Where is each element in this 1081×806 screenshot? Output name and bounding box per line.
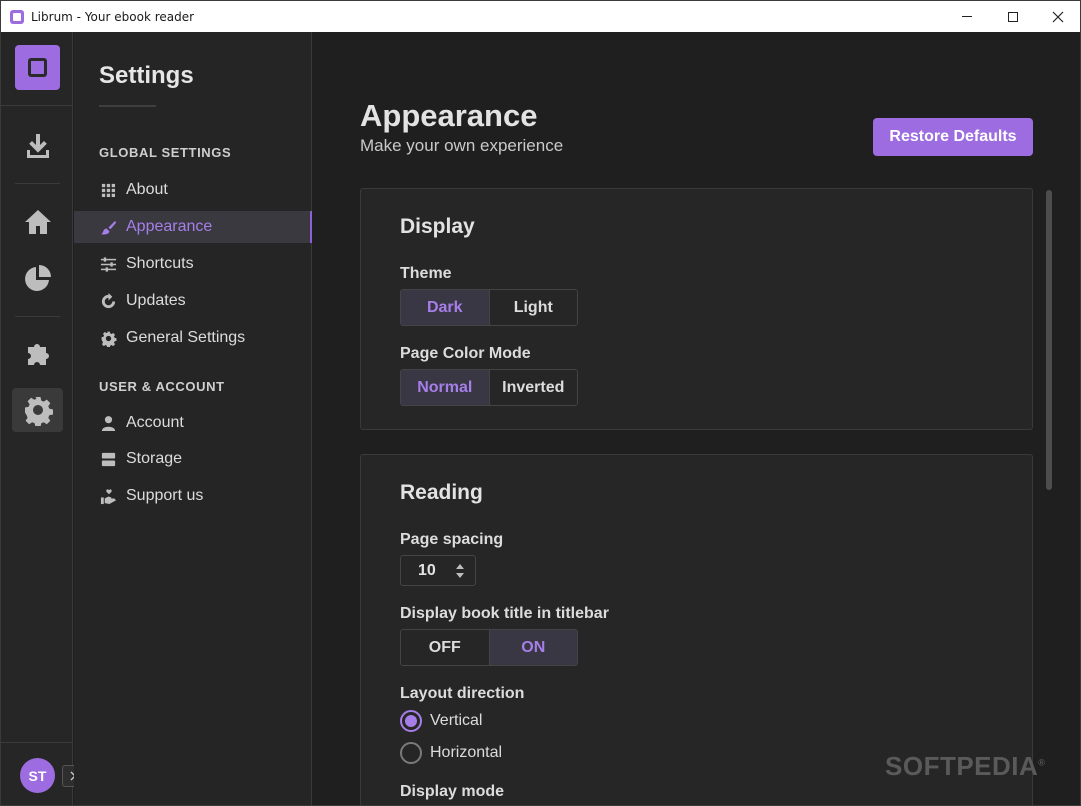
layout-option-vertical[interactable]: Vertical (400, 710, 482, 732)
display-mode-label: Display mode (400, 783, 505, 800)
minimize-button[interactable] (944, 1, 990, 32)
title-underline (99, 105, 156, 107)
rail-settings-button[interactable] (12, 388, 63, 432)
color-mode-option-normal[interactable]: Normal (401, 370, 489, 405)
rail-statistics-button[interactable] (12, 256, 63, 300)
sidebar-item-general-settings[interactable]: General Settings (74, 322, 312, 354)
content-scrollbar[interactable] (1046, 190, 1052, 490)
theme-option-light[interactable]: Light (488, 290, 577, 325)
settings-content: Appearance Make your own experience Rest… (313, 32, 1080, 805)
rail-divider (15, 183, 60, 184)
sidebar-item-storage[interactable]: Storage (74, 443, 312, 475)
close-icon (1052, 11, 1064, 22)
window-title: Librum - Your ebook reader (31, 9, 195, 24)
sidebar-item-label: Storage (126, 450, 183, 467)
plugins-icon (27, 344, 49, 365)
sidebar-item-label: About (126, 181, 168, 198)
sliders-icon (100, 256, 116, 272)
brush-icon (100, 220, 116, 234)
titlebar-option-on[interactable]: ON (488, 630, 577, 665)
person-icon (101, 415, 115, 431)
titlebar-title-toggle: OFF ON (400, 629, 578, 666)
page-spacing-spinbox[interactable]: 10 (400, 555, 476, 586)
page-color-mode-selector: Normal Inverted (400, 369, 578, 406)
page-spacing-value: 10 (418, 561, 436, 579)
restore-defaults-button[interactable]: Restore Defaults (873, 118, 1033, 156)
spin-arrows-icon[interactable] (455, 562, 465, 580)
display-card: Display Theme Dark Light Page Color Mode… (360, 188, 1033, 430)
radio-checked-icon[interactable] (400, 710, 422, 732)
user-avatar[interactable]: ST (20, 758, 55, 793)
download-icon (26, 134, 49, 158)
softpedia-watermark: SOFTPEDIA® (885, 751, 1046, 781)
minimize-icon (962, 16, 972, 17)
sidebar-item-label: Account (126, 414, 184, 431)
page-title: Appearance (360, 98, 538, 133)
storage-icon (101, 452, 115, 466)
sidebar-item-about[interactable]: About (74, 174, 312, 206)
sidebar-title: Settings (99, 62, 194, 89)
sidebar-item-shortcuts[interactable]: Shortcuts (74, 248, 312, 280)
rail-download-button[interactable] (12, 124, 63, 168)
theme-label: Theme (400, 265, 452, 282)
home-icon (24, 210, 51, 234)
settings-sidebar: Settings GLOBAL SETTINGS About Appearanc… (74, 32, 312, 805)
group-header-global: GLOBAL SETTINGS (99, 145, 232, 160)
color-mode-option-inverted[interactable]: Inverted (488, 370, 577, 405)
sidebar-item-label: General Settings (126, 329, 246, 346)
sidebar-item-label: Support us (126, 487, 204, 504)
display-card-title: Display (400, 215, 475, 238)
navigation-rail: ST (1, 32, 84, 805)
maximize-button[interactable] (990, 1, 1036, 32)
app-window: Librum - Your ebook reader ST Settings G… (0, 0, 1081, 806)
layout-direction-label: Layout direction (400, 685, 525, 702)
statistics-icon (24, 265, 51, 291)
settings-icon (24, 397, 53, 426)
titlebar-title-label: Display book title in titlebar (400, 605, 609, 622)
titlebar-option-off[interactable]: OFF (401, 630, 489, 665)
librum-logo[interactable] (15, 45, 60, 90)
radio-unchecked-icon[interactable] (400, 742, 422, 764)
rail-plugins-button[interactable] (12, 330, 63, 374)
radio-label: Horizontal (430, 744, 503, 761)
group-header-user: USER & ACCOUNT (99, 379, 225, 394)
hand-heart-icon (100, 488, 116, 504)
title-bar: Librum - Your ebook reader (1, 1, 1080, 32)
refresh-icon (101, 292, 115, 308)
rail-home-button[interactable] (12, 200, 63, 244)
layout-option-horizontal[interactable]: Horizontal (400, 742, 502, 764)
app-icon (10, 9, 24, 24)
sidebar-item-account[interactable]: Account (74, 407, 312, 439)
gear-icon (101, 331, 116, 347)
rail-divider (1, 105, 72, 106)
page-subtitle: Make your own experience (360, 136, 564, 155)
theme-selector: Dark Light (400, 289, 578, 326)
page-spacing-label: Page spacing (400, 531, 504, 548)
theme-option-dark[interactable]: Dark (401, 290, 489, 325)
grid-icon (101, 183, 115, 197)
sidebar-item-label: Shortcuts (126, 255, 194, 272)
maximize-icon (1008, 11, 1018, 22)
page-color-mode-label: Page Color Mode (400, 345, 531, 362)
rail-divider (1, 742, 72, 743)
sidebar-item-label: Updates (126, 292, 186, 309)
radio-label: Vertical (430, 712, 483, 729)
close-button[interactable] (1035, 1, 1081, 32)
sidebar-item-updates[interactable]: Updates (74, 285, 312, 317)
sidebar-item-appearance[interactable]: Appearance (74, 211, 312, 243)
reading-card-title: Reading (400, 481, 483, 504)
sidebar-item-label: Appearance (126, 218, 213, 235)
rail-divider (15, 316, 60, 317)
sidebar-item-support-us[interactable]: Support us (74, 480, 312, 512)
